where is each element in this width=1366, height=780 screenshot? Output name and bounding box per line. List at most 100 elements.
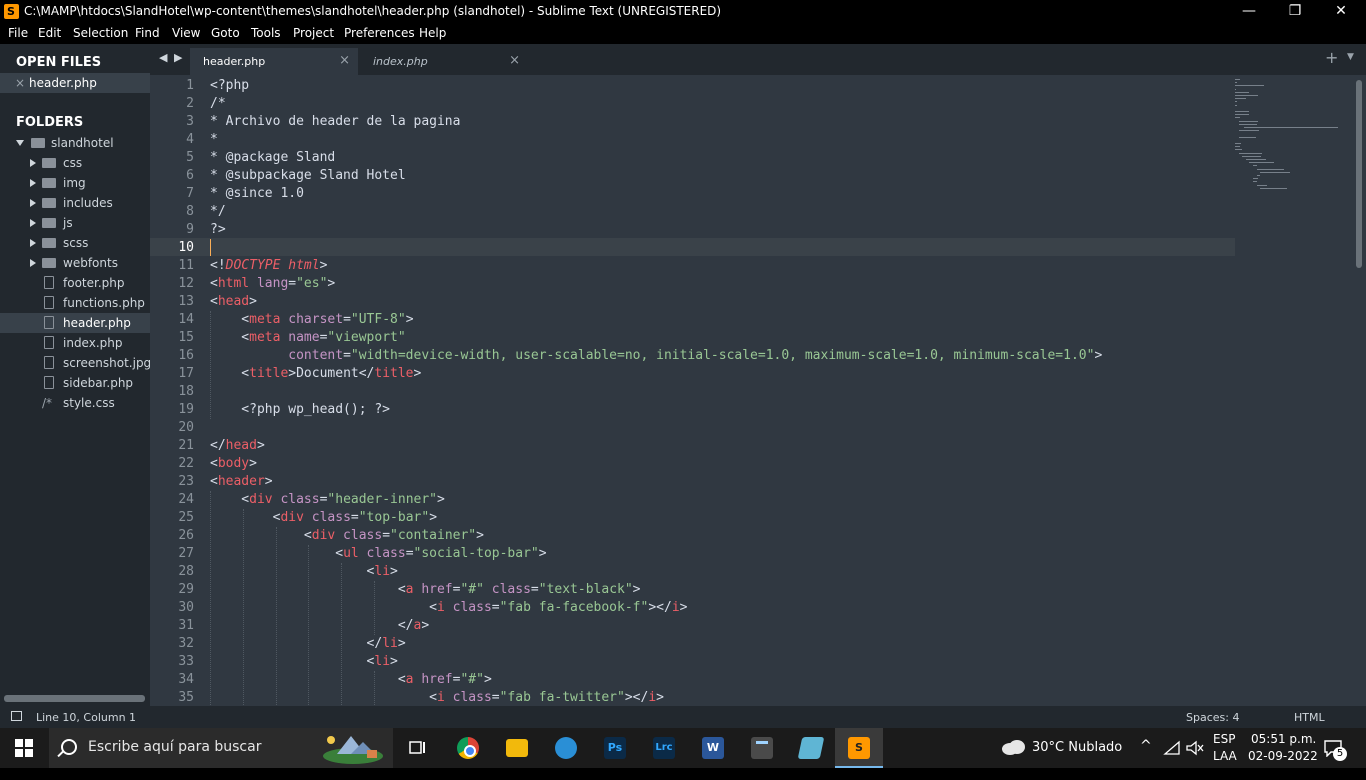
code-line[interactable]: <html lang="es"> — [210, 275, 335, 293]
code-line[interactable]: <title>Document</title> — [210, 365, 421, 383]
code-line[interactable]: <div class="container"> — [210, 527, 484, 545]
taskbar-app-sublime-active[interactable]: S — [835, 728, 883, 768]
menu-file[interactable]: File — [8, 26, 28, 40]
file-item[interactable]: /* style.css — [0, 393, 150, 413]
chevron-right-icon[interactable] — [30, 239, 36, 247]
folder-item[interactable]: img — [0, 173, 150, 193]
code-line[interactable]: * — [210, 131, 218, 149]
file-item[interactable]: functions.php — [0, 293, 150, 313]
code-line[interactable]: <header> — [210, 473, 273, 491]
code-line[interactable]: /* — [210, 95, 226, 113]
tab-index-php[interactable]: index.php × — [360, 48, 528, 75]
code-line[interactable]: </head> — [210, 437, 265, 455]
menu-help[interactable]: Help — [419, 26, 446, 40]
menu-preferences[interactable]: Preferences — [344, 26, 415, 40]
maximize-button[interactable]: ❐ — [1272, 0, 1318, 23]
file-item-selected[interactable]: header.php — [0, 313, 150, 333]
taskbar-app-word[interactable]: W — [698, 728, 728, 768]
folder-item[interactable]: scss — [0, 233, 150, 253]
chevron-right-icon[interactable] — [30, 159, 36, 167]
taskbar-app-chrome[interactable] — [453, 728, 483, 768]
code-line[interactable]: <div class="top-bar"> — [210, 509, 437, 527]
code-line[interactable]: <a href="#"> — [210, 671, 492, 689]
code-line[interactable]: <a href="#" class="text-black"> — [210, 581, 641, 599]
menu-project[interactable]: Project — [293, 26, 334, 40]
code-line[interactable]: * @package Sland — [210, 149, 335, 167]
taskbar-app-paint[interactable] — [551, 728, 581, 768]
tab-nav-right-icon[interactable]: ▶ — [174, 51, 182, 64]
code-line[interactable]: <i class="fab fa-facebook-f"></i> — [210, 599, 687, 617]
code-line[interactable]: <head> — [210, 293, 257, 311]
menu-goto[interactable]: Goto — [211, 26, 240, 40]
taskbar-search-box[interactable]: Escribe aquí para buscar — [49, 728, 393, 768]
taskbar-app-lightroom[interactable]: Lrc — [649, 728, 679, 768]
tab-nav-left-icon[interactable]: ◀ — [159, 51, 167, 64]
minimize-button[interactable]: — — [1226, 0, 1272, 23]
folder-item[interactable]: webfonts — [0, 253, 150, 273]
start-button[interactable] — [0, 728, 48, 768]
syntax-setting[interactable]: HTML — [1294, 711, 1325, 724]
code-line[interactable]: <i class="fab fa-twitter"></i> — [210, 689, 664, 706]
code-line[interactable]: <body> — [210, 455, 257, 473]
chevron-right-icon[interactable] — [30, 179, 36, 187]
editor-vertical-scrollbar[interactable] — [1356, 80, 1362, 268]
open-file-header-php[interactable]: × header.php — [0, 73, 150, 93]
code-token: > — [264, 474, 273, 489]
chevron-right-icon[interactable] — [30, 219, 36, 227]
code-line[interactable]: * Archivo de header de la pagina — [210, 113, 460, 131]
sidebar-toggle-icon[interactable] — [11, 711, 22, 721]
menu-find[interactable]: Find — [135, 26, 160, 40]
code-line[interactable]: <?php wp_head(); ?> — [210, 401, 390, 419]
tab-list-dropdown-icon[interactable]: ▼ — [1347, 52, 1354, 62]
file-item[interactable]: footer.php — [0, 273, 150, 293]
sidebar-horizontal-scrollbar[interactable] — [4, 695, 145, 702]
wifi-icon[interactable] — [1163, 740, 1181, 780]
code-line[interactable]: <meta charset="UTF-8"> — [210, 311, 413, 329]
code-line[interactable]: <div class="header-inner"> — [210, 491, 445, 509]
code-line[interactable]: ?> — [210, 221, 226, 239]
taskbar-app-photoshop[interactable]: Ps — [600, 728, 630, 768]
file-item[interactable]: sidebar.php — [0, 373, 150, 393]
minimap[interactable] — [1235, 75, 1355, 245]
indentation-setting[interactable]: Spaces: 4 — [1186, 711, 1239, 724]
taskbar-app-calculator[interactable] — [747, 728, 777, 768]
chevron-down-icon[interactable] — [16, 140, 24, 146]
taskbar-app-notes[interactable] — [796, 728, 826, 768]
line-number: 31 — [178, 618, 194, 633]
code-line[interactable]: <?php — [210, 77, 249, 95]
tab-close-icon[interactable]: × — [509, 53, 520, 68]
new-tab-icon[interactable]: + — [1325, 48, 1338, 67]
code-line[interactable]: <li> — [210, 653, 398, 671]
taskbar-app-explorer[interactable] — [502, 728, 532, 768]
folder-root-slandhotel[interactable]: slandhotel — [0, 133, 150, 153]
code-line[interactable]: <ul class="social-top-bar"> — [210, 545, 546, 563]
tab-header-php[interactable]: header.php × — [190, 48, 358, 75]
file-item[interactable]: index.php — [0, 333, 150, 353]
volume-muted-icon[interactable] — [1186, 740, 1204, 780]
menu-view[interactable]: View — [172, 26, 200, 40]
open-file-close-icon[interactable]: × — [15, 76, 25, 90]
menu-edit[interactable]: Edit — [38, 26, 61, 40]
chevron-right-icon[interactable] — [30, 199, 36, 207]
code-line[interactable]: <li> — [210, 563, 398, 581]
menu-selection[interactable]: Selection — [73, 26, 128, 40]
task-view-button[interactable] — [403, 728, 431, 768]
code-token: < — [210, 294, 218, 309]
code-editor[interactable]: 1 2 3 4 5 6 7 8 9 10 11 12 13 14 15 16 17 18 19 20 21 22 23 24 2… — [150, 75, 1366, 706]
folder-item[interactable]: includes — [0, 193, 150, 213]
folder-item[interactable]: css — [0, 153, 150, 173]
close-button[interactable]: ✕ — [1318, 0, 1364, 23]
tab-close-icon[interactable]: × — [339, 53, 350, 68]
line-number: 32 — [178, 636, 194, 651]
chevron-right-icon[interactable] — [30, 259, 36, 267]
code-line[interactable]: * @subpackage Sland Hotel — [210, 167, 406, 185]
file-item[interactable]: screenshot.jpg — [0, 353, 151, 373]
code-line[interactable]: <meta name="viewport" — [210, 329, 405, 347]
code-line[interactable]: * @since 1.0 — [210, 185, 304, 203]
show-hidden-icons-chevron-up-icon[interactable]: ^ — [1140, 738, 1152, 778]
menu-tools[interactable]: Tools — [251, 26, 281, 40]
code-line[interactable]: content="width=device-width, user-scalab… — [210, 347, 1102, 365]
code-line[interactable]: <!DOCTYPE html> — [210, 257, 327, 275]
code-line[interactable]: */ — [210, 203, 226, 221]
folder-item[interactable]: js — [0, 213, 150, 233]
